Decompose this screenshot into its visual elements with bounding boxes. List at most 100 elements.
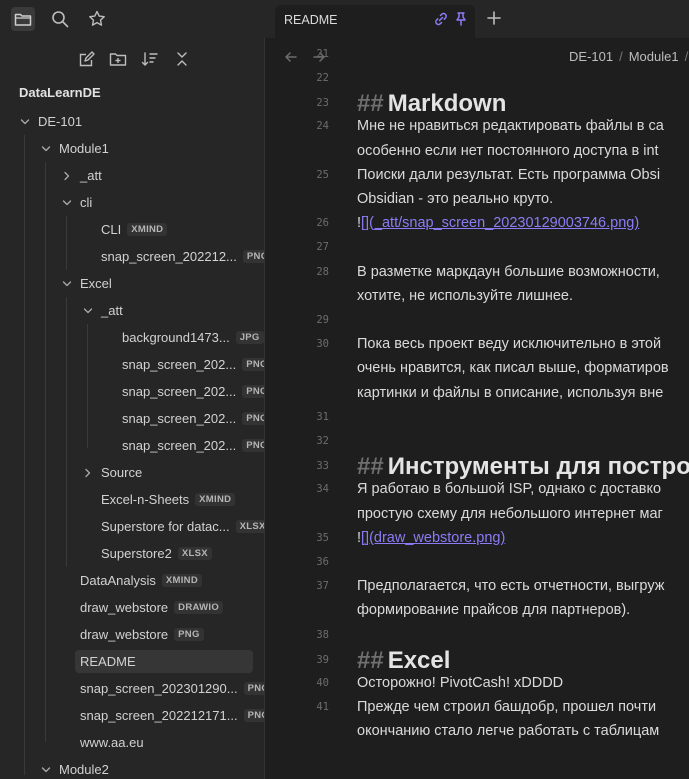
tree-item-label: background1473... xyxy=(122,330,230,345)
tree-file[interactable]: snap_screen_202301290... PNG xyxy=(0,675,264,702)
file-extension-badge: PNG xyxy=(242,250,264,263)
chevron-down-icon[interactable] xyxy=(81,306,95,316)
new-tab-plus-icon[interactable] xyxy=(484,8,504,28)
line-number: 35 xyxy=(316,531,329,544)
chevron-right-icon[interactable] xyxy=(60,171,74,181)
file-extension-badge: XMIND xyxy=(161,574,202,587)
chevron-down-icon[interactable] xyxy=(39,144,53,154)
tree-item-label: snap_screen_202212171... xyxy=(80,708,238,723)
tree-file[interactable]: snap_screen_202... PNG xyxy=(0,378,264,405)
paragraph-text: Мне не нравиться редактировать файлы в с… xyxy=(357,118,664,135)
chevron-down-icon[interactable] xyxy=(39,765,53,775)
pin-icon[interactable] xyxy=(453,11,469,27)
file-extension-badge: XLSX xyxy=(235,520,264,533)
tab-readme[interactable]: README xyxy=(275,5,475,38)
tree-item-label: draw_webstore xyxy=(80,627,169,642)
breadcrumb-item[interactable]: DE-101 xyxy=(569,49,613,64)
chevron-down-icon[interactable] xyxy=(60,198,74,208)
chevron-down-icon[interactable] xyxy=(18,117,32,127)
tree-file[interactable]: snap_screen_202... PNG xyxy=(0,351,264,378)
tree-folder[interactable]: Excel xyxy=(0,270,264,297)
breadcrumb-item[interactable]: Module1 xyxy=(629,49,679,64)
paragraph-text: В разметке маркдаун большие возможности, xyxy=(357,263,660,280)
line-number: 34 xyxy=(316,483,329,496)
line-number: 24 xyxy=(316,120,329,133)
tree-item-label: _att xyxy=(101,303,123,318)
tree-item-label: snap_screen_202301290... xyxy=(80,681,238,696)
line-number: 38 xyxy=(316,628,329,641)
embed-line: ![](draw_webstore.png) xyxy=(357,530,505,546)
tree-file[interactable]: Excel-n-Sheets XMIND xyxy=(0,486,264,513)
tree-item-label: Excel xyxy=(80,276,112,291)
file-extension-badge: JPG xyxy=(235,331,264,344)
tree-file[interactable]: www.aa.eu xyxy=(0,729,264,756)
heading-text: ## Инструменты для постро xyxy=(357,453,689,481)
line-number: 39 xyxy=(316,653,329,666)
embed-link[interactable]: [](draw_webstore.png) xyxy=(361,530,505,546)
files-icon[interactable] xyxy=(11,7,35,31)
tree-item-label: Superstore for datac... xyxy=(101,519,230,534)
tree-item-label: www.aa.eu xyxy=(80,735,144,750)
tree-file[interactable]: snap_screen_202... PNG xyxy=(0,432,264,459)
heading-text: ## Markdown xyxy=(357,90,506,118)
search-icon[interactable] xyxy=(48,7,72,31)
tree-item-label: snap_screen_202... xyxy=(122,357,237,372)
tree-folder[interactable]: _att xyxy=(0,297,264,324)
line-number: 23 xyxy=(316,97,329,110)
tree-folder[interactable]: DE-101 xyxy=(0,108,264,135)
paragraph-text: формирование прайсов для партнеров). xyxy=(357,602,631,619)
tree-file[interactable]: CLI XMIND xyxy=(0,216,264,243)
tree-file[interactable]: DataAnalysis XMIND xyxy=(0,567,264,594)
chevron-right-icon[interactable] xyxy=(81,468,95,478)
tree-file[interactable]: snap_screen_202212... PNG xyxy=(0,243,264,270)
tree-file[interactable]: Superstore2 XLSX xyxy=(0,540,264,567)
tree-folder[interactable]: Module1 xyxy=(0,135,264,162)
file-extension-badge: XMIND xyxy=(195,493,236,506)
tree-item-label: Superstore2 xyxy=(101,546,172,561)
paragraph-text: особенно если нет постоянного доступа в … xyxy=(357,142,659,159)
new-folder-icon[interactable] xyxy=(106,49,130,69)
tree-folder[interactable]: Source xyxy=(0,459,264,486)
paragraph-text: очень нравится, как писал выше, форматир… xyxy=(357,360,669,377)
heading-marker: ## xyxy=(357,646,384,674)
paragraph-text: хотите, не используйте лишнее. xyxy=(357,287,573,304)
tree-folder[interactable]: _att xyxy=(0,162,264,189)
tree-item-label: draw_webstore xyxy=(80,600,169,615)
tree-item-label: DataAnalysis xyxy=(80,573,156,588)
tree-item-label: cli xyxy=(80,195,93,210)
tree-file[interactable]: background1473... JPG xyxy=(0,324,264,351)
paragraph-text: Прежде чем строил башдобр, прошел почти xyxy=(357,699,657,716)
chevron-down-icon[interactable] xyxy=(60,279,74,289)
tree-folder[interactable]: Module2 xyxy=(0,756,264,779)
line-number: 32 xyxy=(316,434,329,447)
tree-file[interactable]: draw_webstore PNG xyxy=(0,621,264,648)
tree-file[interactable]: snap_screen_202212171... PNG xyxy=(0,702,264,729)
paragraph-text: Осторожно! PivotCash! xDDDD xyxy=(357,674,564,691)
line-number: 28 xyxy=(316,265,329,278)
tree-item-label: snap_screen_202... xyxy=(122,384,237,399)
title-bar: README xyxy=(0,0,689,38)
embed-link[interactable]: [](_att/snap_screen_20230129003746.png) xyxy=(361,215,639,231)
paragraph-text: окончанию стало легче работать с таблица… xyxy=(357,723,660,740)
tree-file[interactable]: draw_webstore DRAWIO xyxy=(0,594,264,621)
bookmark-star-icon[interactable] xyxy=(85,7,109,31)
heading-text: ## Excel xyxy=(357,647,450,675)
line-number: 41 xyxy=(316,701,329,714)
tree-file[interactable]: Superstore for datac... XLSX xyxy=(0,513,264,540)
tree-file[interactable]: README xyxy=(0,648,264,675)
file-tree: DE-101 Module1 _att cli CLI XMIND snap_screen_… xyxy=(0,108,264,779)
new-note-icon[interactable] xyxy=(74,49,98,69)
line-number: 31 xyxy=(316,410,329,423)
file-extension-badge: PNG xyxy=(243,709,264,722)
collapse-all-icon[interactable] xyxy=(170,49,194,69)
file-explorer-sidebar: DataLearnDE DE-101 Module1 _att cli CLI XMIND… xyxy=(0,38,265,779)
paragraph-text: Пока весь проект веду исключительно в эт… xyxy=(357,336,662,353)
heading-title: Инструменты для постро xyxy=(387,453,689,481)
paragraph-text: Obsidian - это реально круто. xyxy=(357,190,554,207)
tab-title: README xyxy=(284,13,338,27)
sort-icon[interactable] xyxy=(138,49,162,69)
tree-folder[interactable]: cli xyxy=(0,189,264,216)
link-icon[interactable] xyxy=(433,11,449,27)
tree-file[interactable]: snap_screen_202... PNG xyxy=(0,405,264,432)
heading-marker: ## xyxy=(357,90,384,118)
